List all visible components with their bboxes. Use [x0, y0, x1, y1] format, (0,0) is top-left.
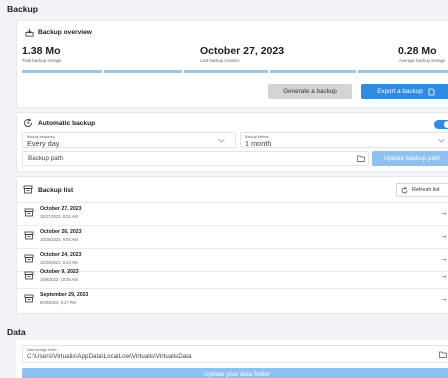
backup-list-title: Backup list: [38, 187, 74, 194]
average-storage-value: 0.28 Mo: [398, 45, 437, 57]
auto-backup-toggle[interactable]: [434, 120, 448, 129]
export-backup-button[interactable]: Export a backup: [361, 84, 448, 99]
export-backup-label: Export a backup: [377, 88, 423, 95]
backup-frequency-value: Every day: [27, 139, 60, 148]
backup-item-title: October 24, 2023: [40, 252, 82, 258]
update-data-folder-button[interactable]: Update your data folder: [22, 368, 448, 378]
chevron-down-icon: [438, 138, 445, 143]
backup-item-title: October 9, 2023: [40, 269, 79, 275]
arrow-right-icon[interactable]: →: [440, 231, 448, 240]
storage-bar-segment: [104, 70, 182, 73]
folder-icon[interactable]: [439, 351, 447, 358]
backup-archive-icon: [24, 208, 34, 217]
backup-list-item[interactable]: October 9, 2023 10/9/2023, 10:35 AM →: [17, 266, 448, 289]
backup-item-date: 9/29/2023, 5:17 PM: [40, 300, 76, 305]
backup-item-date: 10/27/2023, 9:02 AM: [40, 214, 78, 219]
backup-archive-icon: [24, 271, 34, 280]
backup-lifetime-select[interactable]: Backup lifetime 1 month: [240, 132, 448, 148]
backup-list-item[interactable]: September 29, 2023 9/29/2023, 5:17 PM →: [17, 289, 448, 312]
backup-list-icon: [23, 185, 33, 194]
data-folder-field[interactable]: Data storage folder C:\Users\Virtualis\A…: [22, 345, 448, 363]
folder-icon[interactable]: [357, 155, 365, 162]
backup-lifetime-value: 1 month: [245, 139, 272, 148]
refresh-icon: [401, 186, 408, 193]
chevron-down-icon: [218, 138, 225, 143]
backup-item-date: 10/9/2023, 10:35 AM: [40, 277, 78, 282]
export-icon: [428, 88, 435, 95]
data-folder-label: Data storage folder: [27, 348, 57, 352]
toggle-knob: [444, 121, 448, 128]
arrow-right-icon[interactable]: →: [440, 271, 448, 280]
data-section-title: Data: [7, 327, 26, 337]
backup-archive-icon: [24, 254, 34, 263]
average-storage-label: Average backup storage: [399, 58, 446, 63]
backup-archive-icon: [24, 294, 34, 303]
backup-path-placeholder: Backup path: [28, 155, 64, 162]
backup-item-title: October 27, 2023: [40, 206, 82, 212]
update-backup-path-button[interactable]: Update backup path: [372, 151, 448, 166]
refresh-list-button[interactable]: Refresh list: [396, 183, 448, 197]
last-backup-date-label: Last backup creation: [200, 58, 240, 63]
auto-backup-clock-icon: [24, 118, 32, 127]
backup-list-item[interactable]: October 26, 2023 10/26/2023, 9:55 AM →: [17, 226, 448, 249]
generate-backup-button[interactable]: Generate a backup: [268, 84, 352, 99]
backup-path-field[interactable]: Backup path: [22, 151, 369, 166]
automatic-backup-title: Automatic backup: [38, 120, 96, 127]
storage-bar-segment: [358, 70, 448, 73]
backup-overview-icon: [25, 28, 34, 37]
arrow-right-icon[interactable]: →: [440, 294, 448, 303]
arrow-right-icon[interactable]: →: [440, 208, 448, 217]
arrow-right-icon[interactable]: →: [440, 254, 448, 263]
total-storage-label: Total backup storage: [22, 58, 62, 63]
refresh-list-label: Refresh list: [412, 187, 440, 193]
backup-item-title: September 29, 2023: [40, 292, 89, 298]
storage-bar-segment: [184, 70, 268, 73]
total-storage-value: 1.38 Mo: [22, 45, 61, 57]
backup-item-title: October 26, 2023: [40, 229, 82, 235]
storage-bar-segment: [22, 70, 102, 73]
storage-bar-segment: [270, 70, 356, 73]
backup-overview-title: Backup overview: [38, 29, 92, 36]
data-folder-value: C:\Users\Virtualis\AppData\LocalLow\Virt…: [27, 353, 192, 360]
page-title: Backup: [7, 4, 39, 14]
backup-archive-icon: [24, 231, 34, 240]
backup-frequency-select[interactable]: Backup frequency Every day: [22, 132, 236, 148]
backup-item-date: 10/26/2023, 9:55 AM: [40, 237, 78, 242]
last-backup-date-value: October 27, 2023: [200, 45, 285, 57]
backup-item-date: 10/24/2023, 9:43 AM: [40, 260, 78, 265]
backup-list-item[interactable]: October 27, 2023 10/27/2023, 9:02 AM →: [17, 203, 448, 226]
